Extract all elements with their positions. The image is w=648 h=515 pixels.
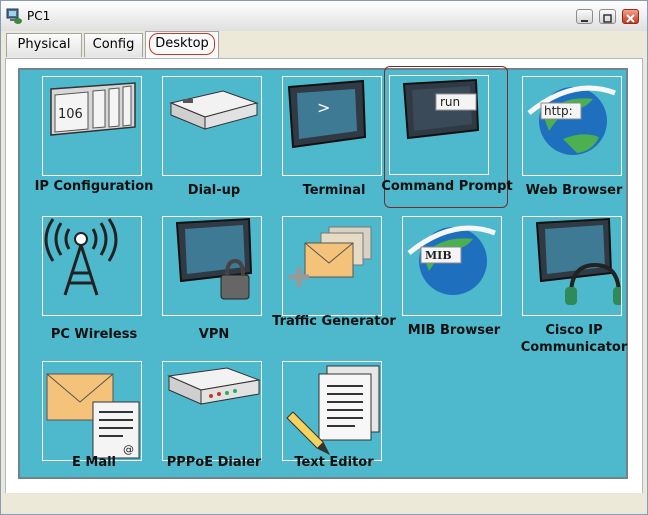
app-terminal[interactable]: > Terminal [264,70,388,212]
app-label: Traffic Generator [272,314,396,329]
app-label: MIB Browser [407,323,501,338]
tab-config-label: Config [92,37,135,52]
tab-desktop-label: Desktop [149,33,215,55]
tab-content-area: 106 IP Configuration Dial-up > Terminal … [5,58,643,494]
vpn-lock-icon [162,216,262,316]
status-bar [1,493,647,514]
tab-config[interactable]: Config [84,33,143,57]
app-traffic-generator[interactable]: Traffic Generator [264,210,396,352]
tab-desktop[interactable]: Desktop [145,31,219,58]
mib-browser-icon: MIB [402,216,502,316]
app-label: Cisco IP Communicator [520,323,628,355]
app-label: VPN [198,327,230,342]
app-label: PPPoE Dialer [166,455,262,470]
wireless-tower-icon [42,216,142,316]
svg-text:>: > [317,98,330,117]
app-command-prompt[interactable]: run Command Prompt [381,66,513,208]
ip-communicator-icon [522,216,622,316]
pc1-window: PC1 Physical Config Desktop 106 IP Confi… [0,0,648,515]
minimize-button[interactable] [576,9,593,24]
close-button[interactable] [622,9,639,24]
tab-physical[interactable]: Physical [6,33,82,57]
pc-app-icon [6,8,22,24]
app-text-editor[interactable]: Text Editor [264,355,388,497]
traffic-generator-icon [282,216,382,316]
window-title: PC1 [27,9,51,23]
ip-config-icon: 106 [42,76,142,176]
app-ip-configuration[interactable]: 106 IP Configuration [24,70,153,212]
app-e-mail[interactable]: @ E Mail [24,355,148,497]
app-label: Text Editor [294,455,374,470]
app-label: Dial-up [187,183,241,198]
app-mib-browser[interactable]: MIB MIB Browser [384,210,508,352]
email-icon: @ [42,361,142,461]
tab-bar: Physical Config Desktop [1,31,647,58]
app-cisco-ip-communicator[interactable]: Cisco IP Communicator [504,210,628,355]
command-prompt-icon: run [389,75,489,175]
app-label: PC Wireless [50,327,138,342]
svg-text:http:: http: [544,104,573,118]
app-vpn[interactable]: VPN [144,210,268,352]
svg-text:run: run [440,95,460,109]
app-label: E Mail [71,455,117,470]
maximize-button[interactable] [599,9,616,24]
desktop-panel: 106 IP Configuration Dial-up > Terminal … [18,66,628,479]
tab-physical-label: Physical [17,37,71,52]
app-dial-up[interactable]: Dial-up [144,70,268,212]
modem-icon [162,76,262,176]
app-web-browser[interactable]: http: Web Browser [504,70,628,212]
app-label: Web Browser [525,183,623,198]
app-label: IP Configuration [34,179,154,194]
app-pc-wireless[interactable]: PC Wireless [24,210,148,352]
text-editor-icon [282,361,382,461]
app-label: Command Prompt [381,179,513,194]
minimize-icon [581,20,588,22]
svg-text:106: 106 [58,107,83,122]
maximize-icon [603,14,612,23]
close-icon [626,14,635,23]
title-bar[interactable]: PC1 [1,1,647,32]
pppoe-dialer-icon [162,361,262,461]
app-pppoe-dialer[interactable]: PPPoE Dialer [144,355,268,497]
svg-text:MIB: MIB [425,249,452,262]
terminal-icon: > [282,76,382,176]
web-browser-icon: http: [522,76,622,176]
